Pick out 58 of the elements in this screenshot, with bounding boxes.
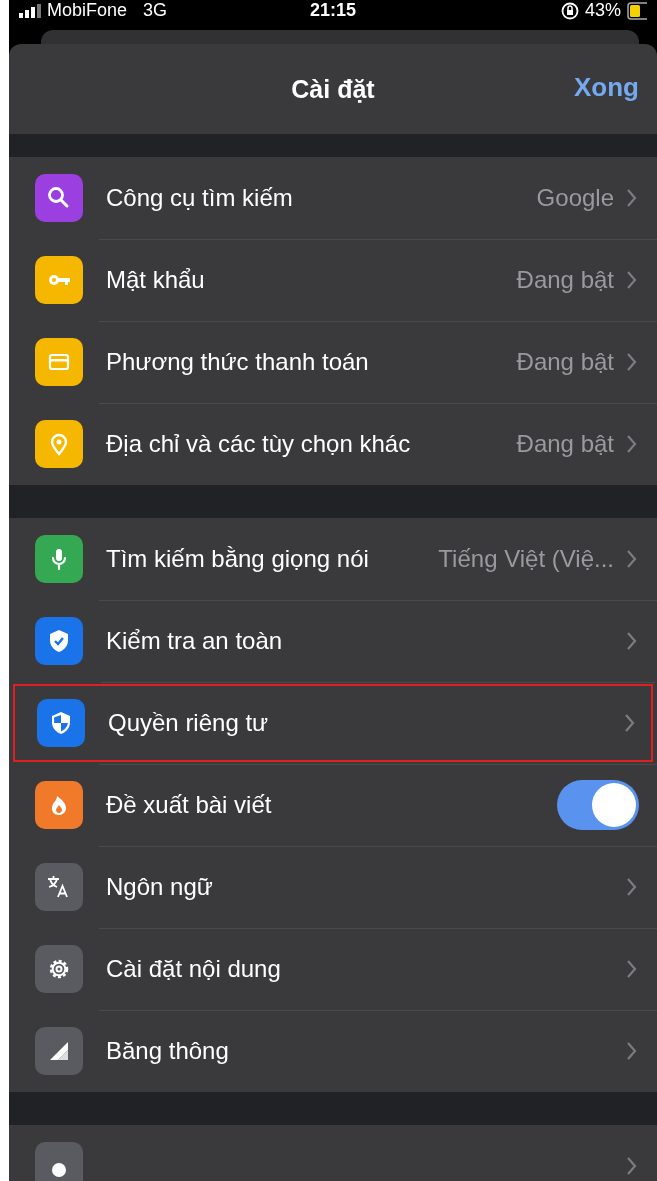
rotation-lock-icon xyxy=(561,1,579,20)
settings-row[interactable]: Công cụ tìm kiếm Google xyxy=(9,157,657,239)
setting-label: Tìm kiếm bằng giọng nói xyxy=(106,545,369,573)
network-type: 3G xyxy=(143,0,168,21)
translate-icon xyxy=(35,863,83,911)
chevron-icon xyxy=(626,1041,637,1061)
setting-label: Cài đặt nội dung xyxy=(106,955,281,983)
settings-row[interactable]: Tìm kiếm bằng giọng nói Tiếng Việt (Việ... xyxy=(9,518,657,600)
setting-label: Mật khẩu xyxy=(106,266,205,294)
setting-value: Tiếng Việt (Việ... xyxy=(437,545,614,573)
carrier-name: MobiFone xyxy=(47,0,128,21)
settings-row[interactable]: Mật khẩu Đang bật xyxy=(9,239,657,321)
chevron-icon xyxy=(626,877,637,897)
key-icon xyxy=(35,256,83,304)
chevron-icon xyxy=(626,549,637,569)
settings-row[interactable]: Ngôn ngữ xyxy=(9,846,657,928)
chevron-icon xyxy=(624,713,635,733)
setting-label: Phương thức thanh toán xyxy=(106,348,369,376)
settings-row[interactable]: Kiểm tra an toàn xyxy=(9,600,657,682)
gear-icon xyxy=(35,945,83,993)
done-button[interactable]: Xong xyxy=(574,72,639,103)
chevron-icon xyxy=(626,352,637,372)
setting-label: Quyền riêng tư xyxy=(108,709,269,737)
settings-row[interactable]: Băng thông xyxy=(9,1010,657,1092)
microphone-icon xyxy=(35,535,83,583)
flame-icon xyxy=(35,781,83,829)
settings-row[interactable]: Cài đặt nội dung xyxy=(9,928,657,1010)
chevron-icon xyxy=(626,188,637,208)
settings-row[interactable]: Quyền riêng tư xyxy=(11,682,655,764)
card-icon xyxy=(35,338,83,386)
settings-row[interactable]: Phương thức thanh toán Đang bật xyxy=(9,321,657,403)
chevron-icon xyxy=(626,959,637,979)
sheet-title: Cài đặt xyxy=(291,74,375,104)
setting-label: Kiểm tra an toàn xyxy=(106,627,283,655)
setting-label: Ngôn ngữ xyxy=(106,873,213,901)
setting-label: Công cụ tìm kiếm xyxy=(106,184,293,212)
setting-value: Google xyxy=(535,184,614,212)
battery-percent: 43% xyxy=(585,0,621,21)
setting-value: Đang bật xyxy=(515,266,614,294)
setting-label: Băng thông xyxy=(106,1037,229,1065)
clock-time: 21:15 xyxy=(310,0,357,21)
settings-row[interactable]: Đề xuất bài viết xyxy=(9,764,657,846)
chevron-icon xyxy=(626,434,637,454)
shield-icon xyxy=(37,699,85,747)
chevron-icon xyxy=(626,1156,637,1176)
toggle-switch[interactable] xyxy=(557,780,639,830)
chevron-icon xyxy=(626,631,637,651)
settings-row[interactable]: Địa chỉ và các tùy chọn khác Đang bật xyxy=(9,403,657,485)
location-pin-icon xyxy=(35,420,83,468)
search-icon xyxy=(35,174,83,222)
chevron-icon xyxy=(626,270,637,290)
signal-icon xyxy=(19,3,41,18)
setting-label: Đề xuất bài viết xyxy=(106,791,272,819)
shield-check-icon xyxy=(35,617,83,665)
setting-value: Đang bật xyxy=(515,348,614,376)
setting-label: Địa chỉ và các tùy chọn khác xyxy=(106,430,411,458)
setting-value: Đang bật xyxy=(515,430,614,458)
battery-icon xyxy=(627,1,647,20)
